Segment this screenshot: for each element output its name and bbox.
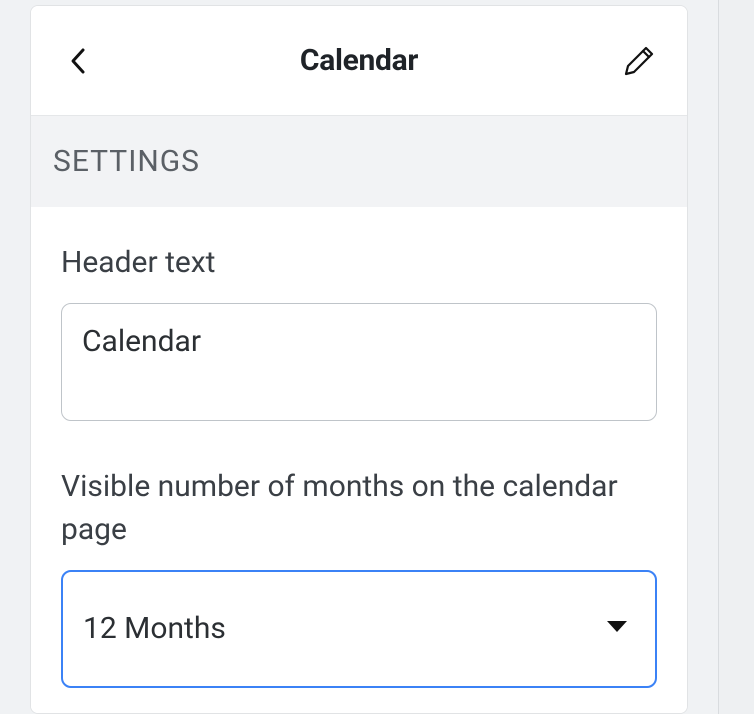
chevron-left-icon [69, 47, 89, 75]
header-text-input[interactable] [61, 303, 657, 421]
visible-months-value: 12 Months [83, 611, 226, 646]
form-area: Header text Visible number of months on … [31, 207, 687, 714]
settings-panel: Calendar SETTINGS Header text Visible nu… [30, 5, 688, 714]
panel-title: Calendar [300, 43, 418, 78]
visible-months-label: Visible number of months on the calendar… [61, 465, 657, 552]
edit-button[interactable] [621, 43, 657, 79]
pencil-icon [622, 44, 656, 78]
panel-header: Calendar [31, 6, 687, 116]
section-header-settings: SETTINGS [31, 116, 687, 207]
back-button[interactable] [61, 43, 97, 79]
header-text-label: Header text [61, 241, 657, 285]
visible-months-select[interactable]: 12 Months [61, 570, 657, 688]
chevron-down-icon [605, 619, 629, 639]
right-divider [718, 0, 754, 714]
